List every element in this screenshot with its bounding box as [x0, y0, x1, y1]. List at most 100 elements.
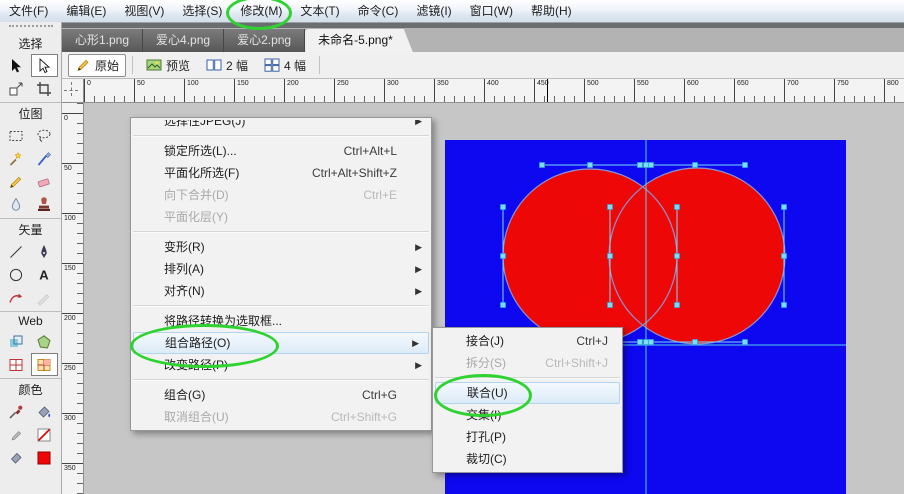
selection-handle[interactable] [501, 303, 506, 308]
crop-tool[interactable] [31, 77, 58, 100]
menu-item-shortcut: Ctrl+G [362, 384, 431, 406]
selection-handle[interactable] [608, 303, 613, 308]
fill-color-well[interactable] [31, 446, 58, 469]
paint-bucket-tool[interactable] [31, 400, 58, 423]
stroke-color-pencil[interactable] [3, 423, 30, 446]
selection-handle[interactable] [693, 163, 698, 168]
ruler-major-tick [62, 463, 83, 464]
document-tab[interactable]: 爱心2.png [224, 29, 305, 52]
selection-handle[interactable] [608, 205, 613, 210]
selection-handle[interactable] [743, 163, 748, 168]
magic-wand-tool[interactable] [3, 147, 30, 170]
menubar-item[interactable]: 视图(V) [115, 0, 173, 22]
menubar-item[interactable]: 窗口(W) [461, 0, 522, 22]
ruler-major-tick [134, 79, 135, 102]
selection-handle[interactable] [743, 340, 748, 345]
lasso-tool[interactable] [31, 124, 58, 147]
menubar-item[interactable]: 修改(M) [231, 0, 291, 22]
menu-item[interactable]: 将路径转换为选取框... [131, 310, 431, 332]
menu-item[interactable]: 对齐(N)▶ [131, 280, 431, 302]
selection-handle[interactable] [644, 340, 649, 345]
slice-tool[interactable] [3, 353, 30, 376]
stroke-color-well-icon [36, 427, 52, 443]
subselect-tool[interactable] [31, 54, 58, 77]
selection-handle[interactable] [644, 163, 649, 168]
rect-hotspot-tool[interactable] [3, 330, 30, 353]
menu-item[interactable]: 排列(A)▶ [131, 258, 431, 280]
menu-item[interactable]: 裁切(C) [433, 448, 622, 470]
marquee-tool[interactable] [3, 124, 30, 147]
freeform-tool[interactable] [3, 286, 30, 309]
menubar-item[interactable]: 文本(T) [291, 0, 348, 22]
menubar-item[interactable]: 选择(S) [173, 0, 231, 22]
menu-item[interactable]: 变形(R)▶ [131, 236, 431, 258]
selection-handle[interactable] [588, 163, 593, 168]
view-mode-button[interactable]: 预览 [139, 54, 197, 77]
panel-grip[interactable] [9, 25, 53, 32]
selection-handle[interactable] [649, 340, 654, 345]
menu-item[interactable]: 接合(J)Ctrl+J [433, 330, 622, 352]
menu-item[interactable]: 组合路径(O)▶ [133, 332, 429, 354]
ruler-major-tick [434, 79, 435, 102]
menubar-item[interactable]: 滤镜(I) [407, 0, 460, 22]
menu-item[interactable]: 组合(G)Ctrl+G [131, 384, 431, 406]
menubar-item[interactable]: 文件(F) [0, 0, 57, 22]
blur-tool[interactable] [3, 193, 30, 216]
view-mode-label: 2 幅 [226, 57, 248, 74]
view-mode-button[interactable]: 4 幅 [257, 54, 313, 77]
vertical-ruler[interactable]: 050100150200250300350 [62, 103, 84, 494]
ruler-tick-label: 150 [64, 265, 76, 272]
document-tab[interactable]: 未命名-5.png* [305, 29, 413, 52]
brush-tool[interactable] [31, 147, 58, 170]
selection-handle[interactable] [693, 340, 698, 345]
show-slice-tool[interactable] [31, 353, 58, 376]
menu-item[interactable]: 联合(U) [435, 382, 620, 404]
pen-tool[interactable] [31, 240, 58, 263]
selection-handle[interactable] [649, 163, 654, 168]
menubar-item[interactable]: 帮助(H) [522, 0, 581, 22]
selection-handle[interactable] [501, 254, 506, 259]
selection-handle[interactable] [638, 340, 643, 345]
selection-handle[interactable] [782, 254, 787, 259]
selection-handle[interactable] [501, 205, 506, 210]
horizontal-ruler[interactable]: 0501001502002503003504004505005506006507… [84, 79, 904, 103]
selection-handle[interactable] [675, 205, 680, 210]
eraser-tool[interactable] [31, 170, 58, 193]
menu-item[interactable]: 改变路径(P)▶ [131, 354, 431, 376]
line-tool[interactable] [3, 240, 30, 263]
menu-item[interactable]: 打孔(P) [433, 426, 622, 448]
menu-item[interactable]: 锁定所选(L)...Ctrl+Alt+L [131, 140, 431, 162]
scale-tool[interactable] [3, 77, 30, 100]
red-circle[interactable] [609, 168, 785, 344]
menu-item[interactable]: 平面化所选(F)Ctrl+Alt+Shift+Z [131, 162, 431, 184]
view-mode-button[interactable]: 2 幅 [199, 54, 255, 77]
eyedropper-tool[interactable] [3, 400, 30, 423]
pencil-tool[interactable] [3, 170, 30, 193]
ruler-origin-corner[interactable] [62, 79, 84, 103]
selection-handle[interactable] [540, 163, 545, 168]
menubar-item-label: 文本(T) [300, 4, 339, 18]
document-tab[interactable]: 爱心4.png [143, 29, 224, 52]
stroke-color-well[interactable] [31, 423, 58, 446]
selection-handle[interactable] [608, 254, 613, 259]
selection-handle[interactable] [675, 254, 680, 259]
selection-handle[interactable] [782, 205, 787, 210]
ellipse-tool[interactable] [3, 263, 30, 286]
selection-handle[interactable] [638, 163, 643, 168]
ruler-tick-label: 50 [64, 165, 72, 172]
document-tab[interactable]: 心形1.png [62, 29, 143, 52]
selection-handle[interactable] [782, 303, 787, 308]
pointer-tool[interactable] [3, 54, 30, 77]
menubar-item[interactable]: 命令(C) [349, 0, 408, 22]
text-tool[interactable]: A [31, 263, 58, 286]
selection-handle[interactable] [675, 303, 680, 308]
fill-color-bucket[interactable] [3, 446, 30, 469]
menu-item[interactable]: 选择性JPEG(J)▶ [131, 120, 431, 132]
rubber-stamp-tool[interactable] [31, 193, 58, 216]
menu-item[interactable]: 交集(I) [433, 404, 622, 426]
menu-item-shortcut: Ctrl+Shift+J [545, 352, 622, 374]
menubar-item[interactable]: 编辑(E) [57, 0, 115, 22]
document-tabstrip: 心形1.png爱心4.png爱心2.png未命名-5.png* [62, 28, 904, 52]
view-mode-button[interactable]: 原始 [68, 54, 126, 77]
polygon-hotspot-tool[interactable] [31, 330, 58, 353]
